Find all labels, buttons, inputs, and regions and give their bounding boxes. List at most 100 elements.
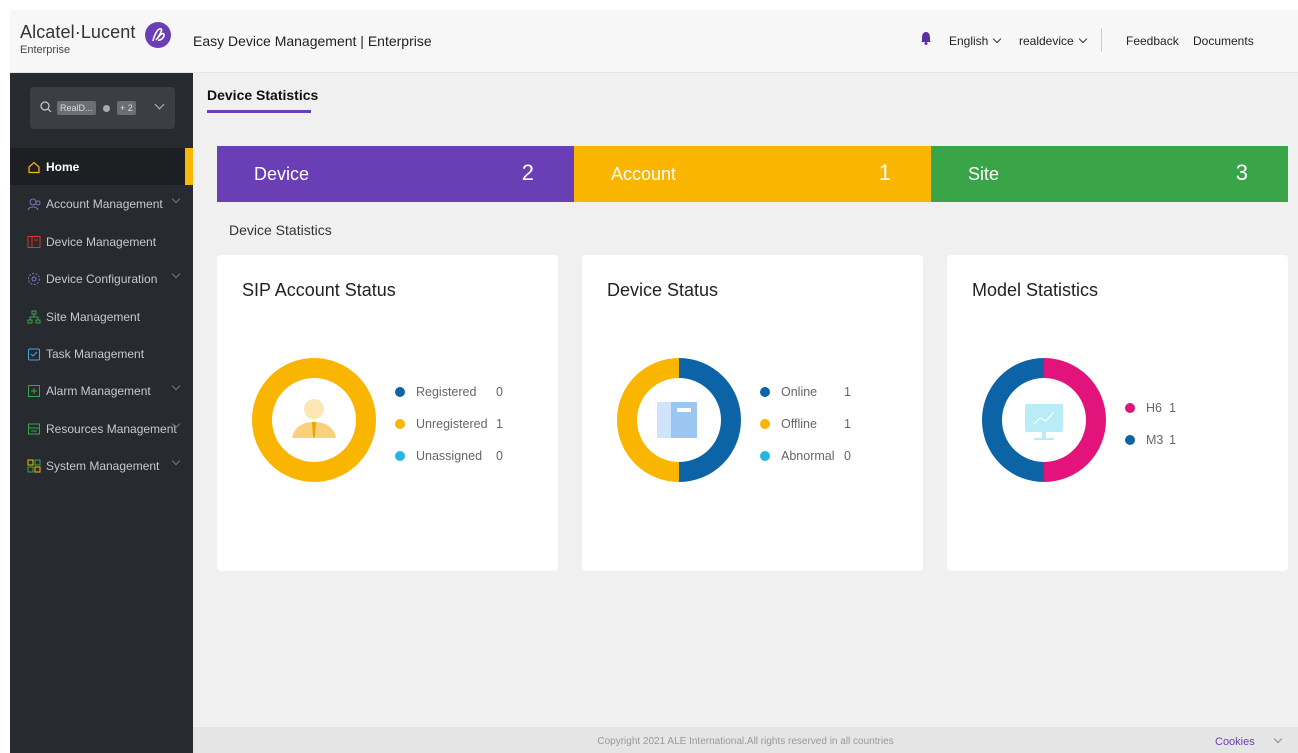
chevron-down-icon [171, 456, 181, 466]
legend-value: 0 [496, 385, 503, 399]
legend-name: Abnormal [781, 449, 835, 463]
monitor-icon [1025, 404, 1063, 440]
legend-value: 0 [496, 449, 503, 463]
stat-account[interactable]: Account 1 [574, 146, 931, 202]
notification-bell-icon[interactable] [920, 31, 932, 45]
legend-value: 1 [844, 417, 851, 431]
chevron-down-icon [1078, 34, 1087, 44]
chevron-down-icon[interactable] [154, 99, 165, 110]
legend-dot [1125, 435, 1135, 445]
legend-name: Unassigned [416, 449, 483, 463]
card-sip-account-status: SIP Account Status Registered 0 Unregiste… [217, 255, 558, 571]
brand-logo[interactable]: Alcatel·Lucent Enterprise [20, 22, 135, 56]
legend-dot [395, 419, 405, 429]
legend-value: 0 [844, 449, 851, 463]
device-icon [27, 235, 41, 248]
header-divider [1101, 28, 1102, 52]
language-dropdown[interactable]: English [949, 34, 1002, 48]
sidebar-item-label: Account Management [46, 197, 163, 212]
filter-tag-more[interactable]: + 2 [117, 101, 136, 115]
legend-value: 1 [1169, 433, 1176, 447]
brand-sub: Enterprise [20, 44, 71, 56]
home-icon [28, 161, 40, 174]
sidebar-item-label: Device Management [46, 234, 157, 249]
chevron-down-icon [171, 195, 181, 204]
legend-dot [1125, 403, 1135, 413]
sidebar-item-resources-management[interactable]: Resources Management [10, 410, 193, 447]
device-box-icon [657, 402, 697, 438]
copyright-text: Copyright 2021 ALE International.All rig… [597, 736, 894, 747]
app-title: Easy Device Management | Enterprise [193, 33, 432, 49]
legend-name: Registered [416, 385, 477, 399]
sidebar-item-device-configuration[interactable]: Device Configuration [10, 260, 193, 297]
resources-icon [28, 423, 40, 435]
stat-label: Device [254, 164, 310, 184]
app-frame: Alcatel·Lucent Enterprise Easy Device Ma… [10, 10, 1298, 753]
system-icon [27, 459, 41, 473]
gear-icon [28, 273, 40, 286]
legend-dot [760, 451, 770, 461]
alarm-icon [28, 385, 40, 398]
sidebar-item-system-management[interactable]: System Management [10, 447, 193, 484]
legend-dot [760, 419, 770, 429]
legend-value: 1 [496, 417, 503, 431]
language-label: English [949, 34, 989, 48]
stat-value: 1 [878, 160, 891, 185]
active-indicator [185, 148, 193, 185]
sidebar-item-label: Home [46, 160, 80, 174]
chevron-down-icon [993, 34, 1002, 44]
sitemap-icon [27, 310, 41, 324]
legend-name: M3 [1146, 433, 1164, 447]
device-search-filter[interactable]: RealD... + 2 [30, 87, 175, 129]
sidebar-item-home[interactable]: Home [10, 148, 193, 185]
model-stats-donut[interactable] [982, 358, 1106, 482]
legend-name: H6 [1146, 401, 1162, 415]
card-title: Model Statistics [972, 280, 1099, 300]
stat-value: 3 [1235, 160, 1248, 185]
search-icon [40, 101, 52, 113]
filter-tag[interactable]: RealD... [57, 101, 96, 115]
sidebar-item-alarm-management[interactable]: Alarm Management [10, 372, 193, 409]
tag-close-icon[interactable] [103, 105, 110, 112]
tab-device-statistics[interactable]: Device Statistics [207, 87, 318, 103]
brand-mark-icon [145, 22, 171, 48]
sidebar-item-label: System Management [46, 459, 160, 474]
cookies-link[interactable]: Cookies [1215, 736, 1255, 748]
documents-link[interactable]: Documents [1193, 34, 1254, 48]
sidebar-item-label: Resources Management [46, 421, 177, 436]
legend-value: 1 [844, 385, 851, 399]
sidebar-item-label: Alarm Management [46, 384, 151, 399]
tab-active-indicator [207, 110, 311, 113]
feedback-link[interactable]: Feedback [1126, 34, 1179, 48]
users-icon [27, 198, 41, 211]
legend-dot [395, 451, 405, 461]
device-status-donut[interactable] [617, 358, 741, 482]
legend-name: Offline [781, 417, 817, 431]
user-dropdown[interactable]: realdevice [1019, 34, 1087, 48]
brand-name: Alcatel·Lucent [20, 22, 136, 42]
chevron-down-icon [171, 269, 181, 279]
stat-site[interactable]: Site 3 [931, 146, 1288, 202]
card-title: SIP Account Status [242, 280, 396, 300]
task-icon [28, 348, 40, 361]
sidebar-item-task-management[interactable]: Task Management [10, 335, 193, 372]
legend-dot [395, 387, 405, 397]
stat-value: 2 [521, 160, 534, 185]
section-label: Device Statistics [229, 222, 332, 238]
legend-dot [760, 387, 770, 397]
sidebar-item-device-management[interactable]: Device Management [10, 223, 193, 260]
stat-device[interactable]: Device 2 [217, 146, 574, 202]
sidebar-item-account-management[interactable]: Account Management [10, 185, 193, 222]
sidebar-item-site-management[interactable]: Site Management [10, 298, 193, 335]
card-title: Device Status [607, 280, 719, 300]
legend-name: Online [781, 385, 818, 399]
sidebar-item-label: Device Configuration [46, 272, 158, 287]
chevron-down-icon [171, 382, 181, 391]
sip-status-donut[interactable] [252, 358, 376, 482]
card-device-status: Device Status Online 1 Offline 1 Abnormal 0 [582, 255, 923, 571]
footer: Copyright 2021 ALE International.All rig… [193, 727, 1298, 753]
person-icon [292, 399, 336, 438]
sidebar: RealD... + 2 Home Account Management Devic… [10, 73, 193, 753]
card-model-statistics: Model Statistics H6 1 M3 1 [947, 255, 1288, 571]
stat-label: Account [611, 164, 677, 184]
